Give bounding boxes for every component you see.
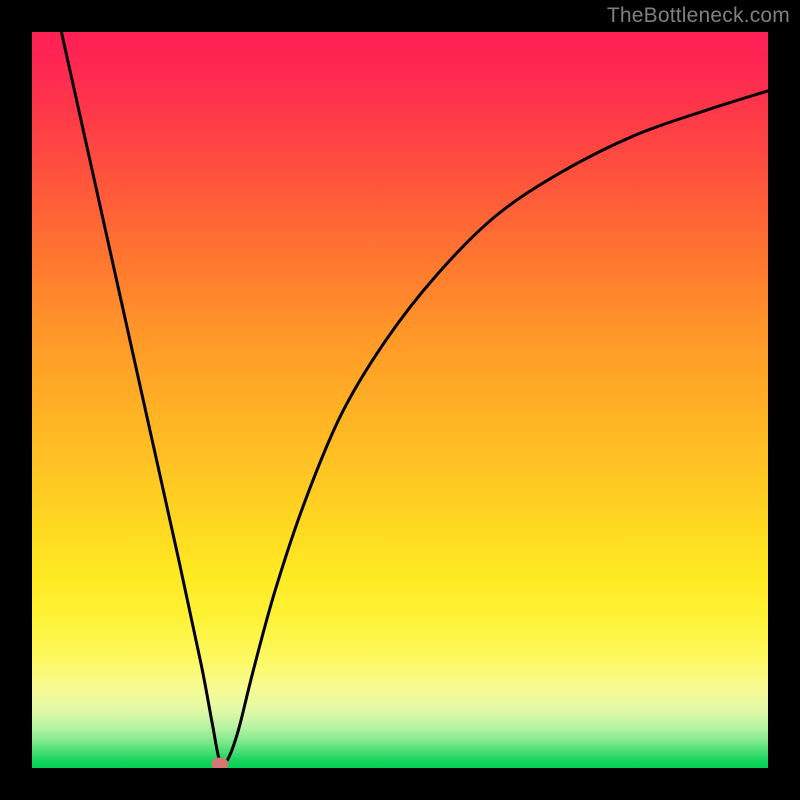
chart-frame: TheBottleneck.com: [0, 0, 800, 800]
plot-area: [32, 32, 768, 768]
curve-svg: [32, 32, 768, 768]
minimum-marker: [211, 758, 228, 768]
bottleneck-curve: [61, 32, 768, 765]
watermark-text: TheBottleneck.com: [607, 4, 790, 28]
